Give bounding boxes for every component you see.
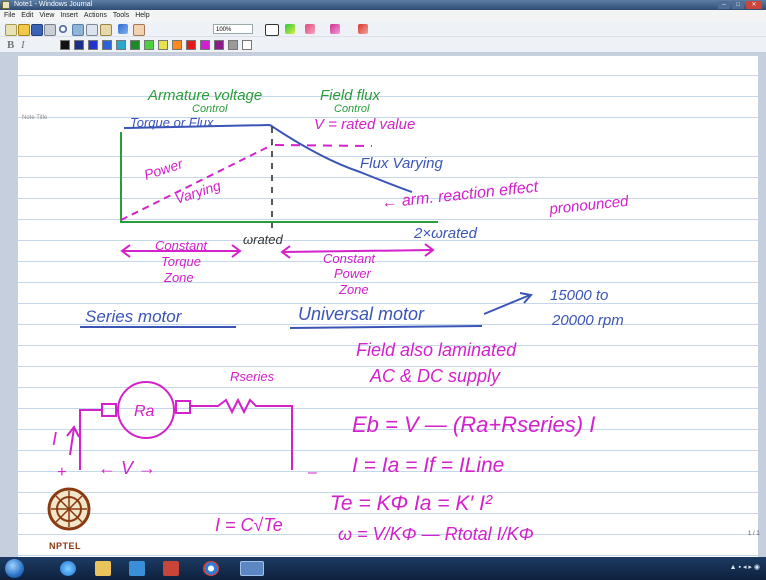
power-label-2: Power [334, 266, 372, 281]
torque-equation: Te = KΦ Ia = K′ I² [330, 492, 493, 515]
pronounced-label: pronounced [548, 193, 630, 218]
ink-layer: Armature voltage Control Field flux Cont… [52, 87, 630, 544]
series-motor-label: Series motor [85, 307, 183, 326]
system-tray[interactable]: ▲ ▪ ◂ ▸ ◉ [730, 563, 760, 571]
ra-label: Ra [134, 403, 155, 420]
power-rise-line [120, 144, 273, 221]
nptel-logo-text: NPTEL [49, 541, 82, 551]
constant-torque-label: Constant [155, 238, 208, 253]
voltage-label: ← V → [98, 458, 156, 478]
series-winding [190, 397, 293, 470]
brush-right [175, 400, 191, 414]
torque-label: Torque [161, 254, 201, 269]
rated-value-label: V = rated value [314, 116, 415, 133]
two-w-rated-label: 2×ωrated [413, 225, 478, 242]
speed-equation: ω = V/KΦ — Rtotal I/KΦ [338, 524, 534, 544]
rseries-label: Rseries [230, 369, 275, 384]
app-icon[interactable] [163, 561, 179, 576]
taskbar: ▲ ▪ ◂ ▸ ◉ [0, 557, 766, 580]
minus-label: – [307, 464, 317, 481]
current-label: I [52, 429, 57, 449]
ie-icon[interactable] [60, 561, 76, 576]
constant-power-label: Constant [323, 251, 376, 266]
current-equation: I = Ia = If = ILine [352, 454, 504, 477]
control-label-2: Control [334, 103, 370, 115]
power-constant-line [274, 144, 373, 147]
current-torque-equation: I = C√Te [215, 515, 283, 535]
rpm-label-1: 15000 to [550, 287, 608, 304]
arm-reaction-label: ← arm. reaction effect [381, 179, 540, 212]
torque-flux-label: Torque or Flux [130, 115, 214, 130]
plus-label: + [57, 464, 66, 481]
explorer-icon[interactable] [95, 561, 111, 576]
brush-left [101, 403, 117, 417]
rpm-label-2: 20000 rpm [551, 312, 624, 329]
zone-label-1: Zone [163, 270, 194, 285]
chrome-icon[interactable] [203, 561, 219, 576]
rpm-arrow [483, 294, 531, 315]
field-flux-label: Field flux [320, 87, 381, 104]
ac-dc-label: AC & DC supply [369, 366, 501, 386]
universal-motor-underline [289, 325, 483, 329]
flux-varying-label: Flux Varying [360, 155, 443, 172]
w-rated-label: ωrated [243, 232, 284, 247]
journal-taskbar-icon[interactable] [240, 561, 264, 576]
field-laminated-label: Field also laminated [356, 340, 517, 360]
start-button[interactable] [5, 559, 24, 578]
control-label-1: Control [192, 103, 228, 115]
armature-label: Armature voltage [147, 87, 262, 104]
back-emf-equation: Eb = V — (Ra+Rseries) I [352, 412, 595, 437]
zone-label-2: Zone [338, 282, 369, 297]
media-icon[interactable] [129, 561, 145, 576]
power-label: Power [142, 155, 186, 183]
universal-motor-label: Universal motor [298, 304, 425, 324]
